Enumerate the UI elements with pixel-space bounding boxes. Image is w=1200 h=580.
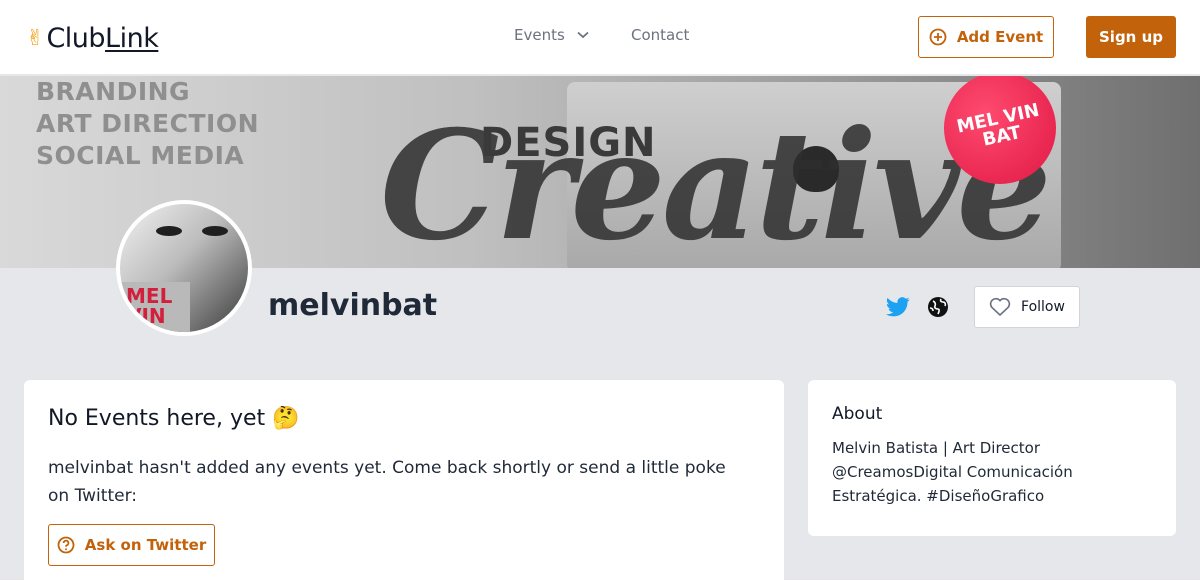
events-card-title: No Events here, yet 🤔 — [48, 406, 300, 431]
logo-text-link: Link — [105, 22, 159, 54]
ask-on-twitter-button[interactable]: Ask on Twitter — [48, 524, 215, 566]
about-card-title: About — [832, 404, 883, 424]
events-card: No Events here, yet 🤔 melvinbat hasn't a… — [24, 380, 784, 580]
banner-sticker-text: MEL VIN BAT — [954, 99, 1042, 151]
banner-line-art-direction: ART DIRECTION — [36, 109, 259, 138]
globe-icon[interactable] — [927, 296, 949, 322]
banner-line-social-media: SOCIAL MEDIA — [36, 141, 245, 170]
signup-button[interactable]: Sign up — [1086, 16, 1176, 58]
chevron-down-icon — [577, 31, 589, 39]
events-card-message: melvinbat hasn't added any events yet. C… — [48, 458, 726, 506]
avatar-eye-right — [202, 226, 228, 236]
logo-text: ClubLink — [46, 22, 159, 54]
peace-hand-icon: ✌ — [26, 25, 45, 51]
clublink-logo[interactable]: ✌ ClubLink — [26, 22, 159, 54]
avatar: MEL VIN — [116, 200, 252, 336]
ask-on-twitter-label: Ask on Twitter — [84, 536, 207, 554]
question-circle-icon — [57, 536, 75, 554]
heart-icon — [989, 297, 1011, 317]
avatar-eye-left — [156, 226, 182, 236]
add-event-button[interactable]: Add Event — [918, 16, 1054, 58]
twitter-icon[interactable] — [886, 296, 910, 322]
profile-username: melvinbat — [268, 288, 438, 323]
follow-label: Follow — [1021, 299, 1065, 315]
banner-line-branding: BRANDING — [36, 77, 191, 106]
about-card: About Melvin Batista | Art Director @Cre… — [808, 380, 1176, 536]
top-header: ✌ ClubLink Events Contact Add Event Sign… — [0, 0, 1200, 75]
plus-circle-icon — [929, 28, 947, 46]
banner-lines: BRANDING ART DIRECTION SOCIAL MEDIA — [36, 76, 259, 172]
about-card-text: Melvin Batista | Art Director @CreamosDi… — [832, 439, 1073, 505]
avatar-tag: MEL VIN — [120, 282, 190, 332]
nav-events-dropdown[interactable]: Events — [514, 26, 589, 44]
follow-button[interactable]: Follow — [974, 286, 1080, 328]
add-event-label: Add Event — [956, 28, 1044, 46]
nav-events-label: Events — [514, 26, 565, 44]
banner-design-word: DESIGN — [480, 120, 657, 166]
nav-contact-link[interactable]: Contact — [631, 26, 689, 44]
